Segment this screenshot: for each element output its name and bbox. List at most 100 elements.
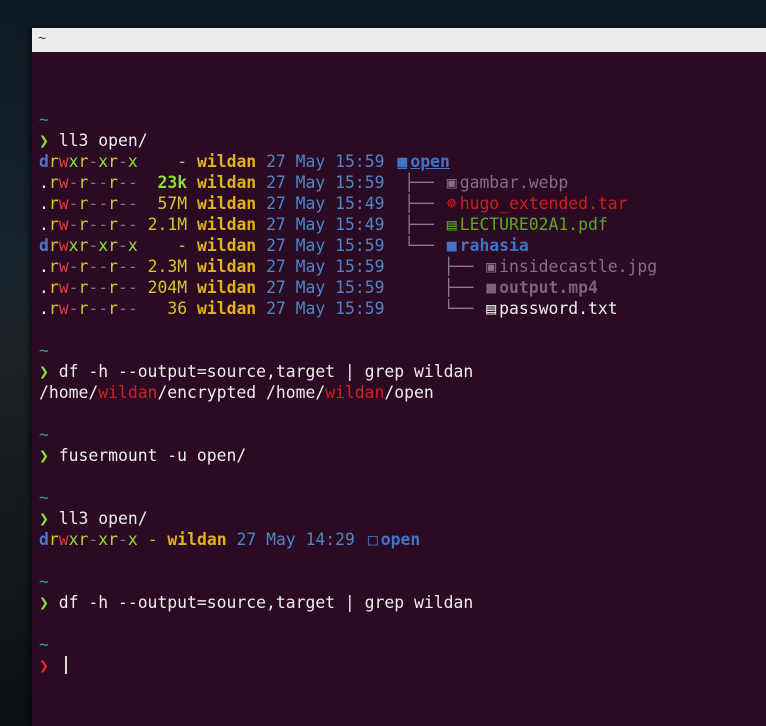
file-size: 2.1M	[137, 215, 188, 234]
command-output: /home/wildan/encrypted /home/wildan/open	[39, 383, 434, 402]
prompt-cwd: ~	[39, 572, 49, 591]
permissions: drwxr-xr-x	[39, 152, 138, 171]
prompt-cwd: ~	[39, 488, 49, 507]
file-name: gambar.webp	[459, 173, 569, 192]
prompt-cwd: ~	[39, 425, 49, 444]
file-owner: wildan	[196, 278, 257, 297]
grep-match: wildan	[325, 383, 385, 402]
file-name: output.mp4	[499, 278, 598, 297]
file-date: 27 May 15:59	[266, 152, 385, 171]
terminal-window[interactable]: ~ ~ ❯ ll3 open/drwxr-xr-x - wildan 27 May…	[32, 28, 766, 726]
file-name: rahasia	[459, 236, 529, 255]
prompt-symbol: ❯	[39, 593, 49, 612]
file-owner: wildan	[196, 299, 257, 318]
permissions: .rw-r--r--	[39, 257, 138, 276]
command-line: ❯ fusermount -u open/	[39, 445, 246, 466]
prompt-path: ~	[39, 634, 49, 655]
folder-open-icon: □	[367, 530, 378, 549]
command-text: df -h --output=source,target | grep wild…	[58, 362, 474, 381]
archive-icon: ☸	[446, 194, 457, 213]
file-name: insidecastle.jpg	[499, 257, 658, 276]
file-icon: ▤	[486, 299, 497, 318]
command-text: df -h --output=source,target | grep wild…	[58, 593, 474, 612]
image-icon: ▣	[446, 173, 457, 192]
folder-icon: ■	[397, 152, 408, 171]
permissions: .rw-r--r--	[39, 278, 138, 297]
command-text: fusermount -u open/	[58, 446, 247, 465]
command-line: ❯ df -h --output=source,target | grep wi…	[39, 592, 473, 613]
file-owner: wildan	[196, 152, 257, 171]
tree-branch: ├──	[394, 257, 484, 276]
file-date: 27 May 15:59	[266, 236, 385, 255]
file-size: 2.3M	[137, 257, 188, 276]
file-date: 27 May 15:59	[266, 173, 385, 192]
permissions: .rw-r--r--	[39, 215, 138, 234]
file-size: -	[137, 530, 158, 549]
file-owner: wildan	[196, 257, 257, 276]
permissions: .rw-r--r--	[39, 194, 138, 213]
file-owner: wildan	[167, 530, 227, 549]
file-owner: wildan	[196, 194, 257, 213]
file-owner: wildan	[196, 215, 257, 234]
window-title: ~	[38, 30, 47, 46]
tree-branch: ├──	[394, 194, 444, 213]
file-size: -	[137, 152, 188, 171]
file-size: -	[137, 236, 188, 255]
prompt-path: ~	[39, 571, 49, 592]
file-size: 204M	[137, 278, 188, 297]
ls-row: drwxr-xr-x - wildan 27 May 14:29 □ open	[39, 529, 420, 550]
command-line: ❯ df -h --output=source,target | grep wi…	[39, 361, 473, 382]
folder-icon: ■	[446, 236, 457, 255]
prompt-symbol: ❯	[39, 131, 49, 150]
prompt-cwd: ~	[39, 341, 49, 360]
prompt-path: ~	[39, 487, 49, 508]
file-date: 27 May 15:59	[266, 299, 385, 318]
file-date: 27 May 15:59	[266, 257, 385, 276]
file-date: 27 May 15:49	[266, 215, 385, 234]
file-date: 27 May 15:59	[266, 278, 385, 297]
ls-row: .rw-r--r-- 204M wildan 27 May 15:59 ├── …	[39, 277, 598, 298]
file-date: 27 May 15:49	[266, 194, 385, 213]
ls-row: drwxr-xr-x - wildan 27 May 15:59 ■ open	[39, 151, 450, 172]
file-date: 27 May 14:29	[236, 530, 355, 549]
prompt-symbol: ❯	[39, 509, 49, 528]
ls-row: .rw-r--r-- 36 wildan 27 May 15:59 └── ▤ p…	[39, 298, 618, 319]
ls-row: .rw-r--r-- 23k wildan 27 May 15:59 ├── ▣…	[39, 172, 568, 193]
text-cursor[interactable]	[64, 656, 67, 674]
prompt-symbol: ❯	[39, 362, 49, 381]
file-owner: wildan	[196, 236, 257, 255]
ls-row: drwxr-xr-x - wildan 27 May 15:59 └── ■ ra…	[39, 235, 529, 256]
tree-branch: ├──	[394, 215, 444, 234]
file-name: password.txt	[499, 299, 618, 318]
command-text: ll3 open/	[58, 131, 148, 150]
permissions: drwxr-xr-x	[39, 530, 138, 549]
pdf-icon: ▤	[446, 215, 457, 234]
prompt-symbol: ❯	[39, 656, 49, 675]
prompt-cwd: ~	[39, 635, 49, 654]
file-size: 57M	[137, 194, 188, 213]
image-icon: ▣	[486, 257, 497, 276]
prompt-symbol: ❯	[39, 446, 49, 465]
command-line: ❯ ll3 open/	[39, 508, 148, 529]
prompt-path: ~	[39, 109, 49, 130]
permissions: .rw-r--r--	[39, 173, 138, 192]
permissions: drwxr-xr-x	[39, 236, 138, 255]
ls-row: .rw-r--r-- 2.1M wildan 27 May 15:49 ├── …	[39, 214, 608, 235]
file-size: 23k	[137, 173, 188, 192]
command-text: ll3 open/	[58, 509, 148, 528]
tree-branch: ├──	[394, 173, 444, 192]
tree-branch: ├──	[394, 278, 484, 297]
prompt-path: ~	[39, 424, 49, 445]
window-titlebar[interactable]: ~	[32, 28, 766, 52]
file-name: open	[380, 530, 421, 549]
ls-row: .rw-r--r-- 57M wildan 27 May 15:49 ├── ☸…	[39, 193, 627, 214]
terminal-output[interactable]: ~ ❯ ll3 open/drwxr-xr-x - wildan 27 May 1…	[32, 52, 766, 726]
tree-branch: └──	[394, 299, 484, 318]
command-line: ❯ ll3 open/	[39, 130, 148, 151]
video-icon: ■	[486, 278, 497, 297]
file-owner: wildan	[196, 173, 257, 192]
file-name: LECTURE02A1.pdf	[459, 215, 608, 234]
prompt-path: ~	[39, 340, 49, 361]
command-line: ❯	[39, 655, 67, 676]
prompt-cwd: ~	[39, 110, 49, 129]
